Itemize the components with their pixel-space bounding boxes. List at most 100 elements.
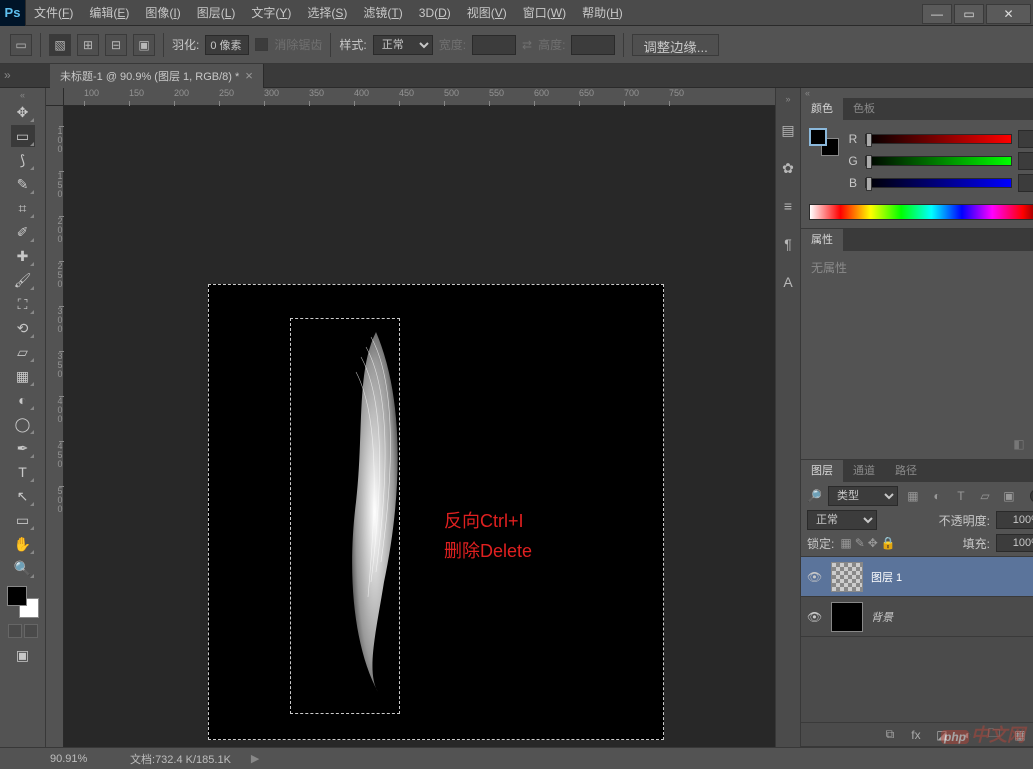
height-input[interactable] <box>571 35 615 55</box>
menu-3d[interactable]: 3D(D) <box>411 0 459 26</box>
fill-input[interactable] <box>996 534 1033 552</box>
dodge-tool[interactable]: ◯ <box>11 413 35 435</box>
tab-close-icon[interactable]: × <box>245 68 253 83</box>
status-flyout-icon[interactable]: ▶ <box>251 752 259 765</box>
quick-mask-icon[interactable] <box>8 624 22 638</box>
panel-collapse-handle[interactable]: « <box>801 88 1033 98</box>
horizontal-ruler[interactable]: 1001502002503003504004505005506006507007… <box>64 88 775 106</box>
filter-shape-icon[interactable]: ▱ <box>976 487 994 505</box>
close-button[interactable]: ✕ <box>986 4 1031 24</box>
style-select[interactable]: 正常 <box>373 35 433 55</box>
screen-mode-icon[interactable] <box>24 624 38 638</box>
filter-smart-icon[interactable]: ▣ <box>1000 487 1018 505</box>
filter-type-icon[interactable]: T <box>952 487 970 505</box>
antialias-checkbox[interactable] <box>255 38 268 51</box>
ruler-origin[interactable] <box>46 88 64 106</box>
tool-preset-icon[interactable]: ▭ <box>10 34 32 56</box>
move-tool[interactable]: ✥ <box>11 101 35 123</box>
color-ramp[interactable] <box>809 204 1033 220</box>
filter-adjust-icon[interactable]: ◐ <box>928 487 946 505</box>
menu-help[interactable]: 帮助(H) <box>574 0 631 26</box>
opacity-input[interactable] <box>996 511 1033 529</box>
blur-tool[interactable]: ◐ <box>11 389 35 411</box>
menu-file[interactable]: 文件(F) <box>26 0 81 26</box>
menu-view[interactable]: 视图(V) <box>459 0 515 26</box>
menu-type[interactable]: 文字(Y) <box>243 0 299 26</box>
layer-name[interactable]: 图层 1 <box>871 569 902 585</box>
quick-select-tool[interactable]: ✎ <box>11 173 35 195</box>
tab-channels[interactable]: 通道 <box>843 460 885 482</box>
screen-mode-button[interactable]: ▣ <box>11 644 35 666</box>
g-slider[interactable] <box>865 156 1012 166</box>
eraser-tool[interactable]: ▱ <box>11 341 35 363</box>
marquee-tool[interactable]: ▭ <box>11 125 35 147</box>
refine-edge-button[interactable]: 调整边缘... <box>632 34 718 56</box>
menu-image[interactable]: 图像(I) <box>137 0 188 26</box>
shape-tool[interactable]: ▭ <box>11 509 35 531</box>
add-selection-icon[interactable]: ⊞ <box>77 34 99 56</box>
canvas-area[interactable]: 1001502002503003504004505005506006507007… <box>46 88 775 747</box>
layer-row[interactable]: 👁 背景 🔒 <box>801 597 1033 637</box>
lasso-tool[interactable]: ⟆ <box>11 149 35 171</box>
g-input[interactable] <box>1018 152 1033 170</box>
visibility-icon[interactable]: 👁 <box>807 610 823 624</box>
prop-clip-icon[interactable]: ◧ <box>1010 437 1028 451</box>
paragraph-panel-icon[interactable]: ≡ <box>776 194 800 218</box>
path-select-tool[interactable]: ↖ <box>11 485 35 507</box>
hand-tool[interactable]: ✋ <box>11 533 35 555</box>
heal-tool[interactable]: ✚ <box>11 245 35 267</box>
tab-swatches[interactable]: 色板 <box>843 98 885 120</box>
feather-input[interactable] <box>205 35 249 55</box>
menu-select[interactable]: 选择(S) <box>299 0 355 26</box>
tab-color[interactable]: 颜色 <box>801 98 843 120</box>
intersect-selection-icon[interactable]: ▣ <box>133 34 155 56</box>
type-tool[interactable]: T <box>11 461 35 483</box>
layer-row[interactable]: 👁 图层 1 <box>801 557 1033 597</box>
menu-layer[interactable]: 图层(L) <box>189 0 244 26</box>
link-layers-icon[interactable]: ⧉ <box>882 727 898 742</box>
tab-paths[interactable]: 路径 <box>885 460 927 482</box>
minimize-button[interactable]: — <box>922 4 952 24</box>
blend-mode-select[interactable]: 正常 <box>807 510 877 530</box>
menu-window[interactable]: 窗口(W) <box>515 0 574 26</box>
eyedropper-tool[interactable]: ✐ <box>11 221 35 243</box>
lock-position-icon[interactable]: ✥ <box>868 536 878 550</box>
character-panel-icon[interactable]: ✿ <box>776 156 800 180</box>
menu-filter[interactable]: 滤镜(T) <box>355 0 410 26</box>
history-brush-tool[interactable]: ⟲ <box>11 317 35 339</box>
pen-tool[interactable]: ✒ <box>11 437 35 459</box>
layer-fx-icon[interactable]: fx <box>908 728 924 742</box>
layer-name[interactable]: 背景 <box>871 609 893 625</box>
lock-all-icon[interactable]: 🔒 <box>881 536 896 550</box>
lock-paint-icon[interactable]: ✎ <box>855 536 865 550</box>
vertical-ruler[interactable]: 100150200250300350400450500 <box>46 106 64 747</box>
b-input[interactable] <box>1018 174 1033 192</box>
document-tab[interactable]: 未标题-1 @ 90.9% (图层 1, RGB/8) * × <box>50 64 264 88</box>
maximize-button[interactable]: ▭ <box>954 4 984 24</box>
glyph-panel-icon[interactable]: A <box>776 270 800 294</box>
visibility-icon[interactable]: 👁 <box>807 570 823 584</box>
color-wells[interactable] <box>7 586 39 618</box>
zoom-tool[interactable]: 🔍 <box>11 557 35 579</box>
tab-layers[interactable]: 图层 <box>801 460 843 482</box>
foreground-swatch[interactable] <box>809 128 827 146</box>
width-input[interactable] <box>472 35 516 55</box>
layer-filter-select[interactable]: 类型 <box>828 486 898 506</box>
dock-handle[interactable]: » <box>785 94 790 104</box>
r-slider[interactable] <box>865 134 1012 144</box>
new-selection-icon[interactable]: ▧ <box>49 34 71 56</box>
stamp-tool[interactable]: ⛶ <box>11 293 35 315</box>
crop-tool[interactable]: ⌗ <box>11 197 35 219</box>
collapse-toggle-icon[interactable]: » <box>4 68 18 82</box>
layer-thumbnail[interactable] <box>831 562 863 592</box>
subtract-selection-icon[interactable]: ⊟ <box>105 34 127 56</box>
gradient-tool[interactable]: ▦ <box>11 365 35 387</box>
lock-transparent-icon[interactable]: ▦ <box>840 536 851 550</box>
b-slider[interactable] <box>865 178 1012 188</box>
menu-edit[interactable]: 编辑(E) <box>81 0 137 26</box>
filter-image-icon[interactable]: ▦ <box>904 487 922 505</box>
layer-thumbnail[interactable] <box>831 602 863 632</box>
r-input[interactable] <box>1018 130 1033 148</box>
history-panel-icon[interactable]: ▤ <box>776 118 800 142</box>
styles-panel-icon[interactable]: ¶ <box>776 232 800 256</box>
